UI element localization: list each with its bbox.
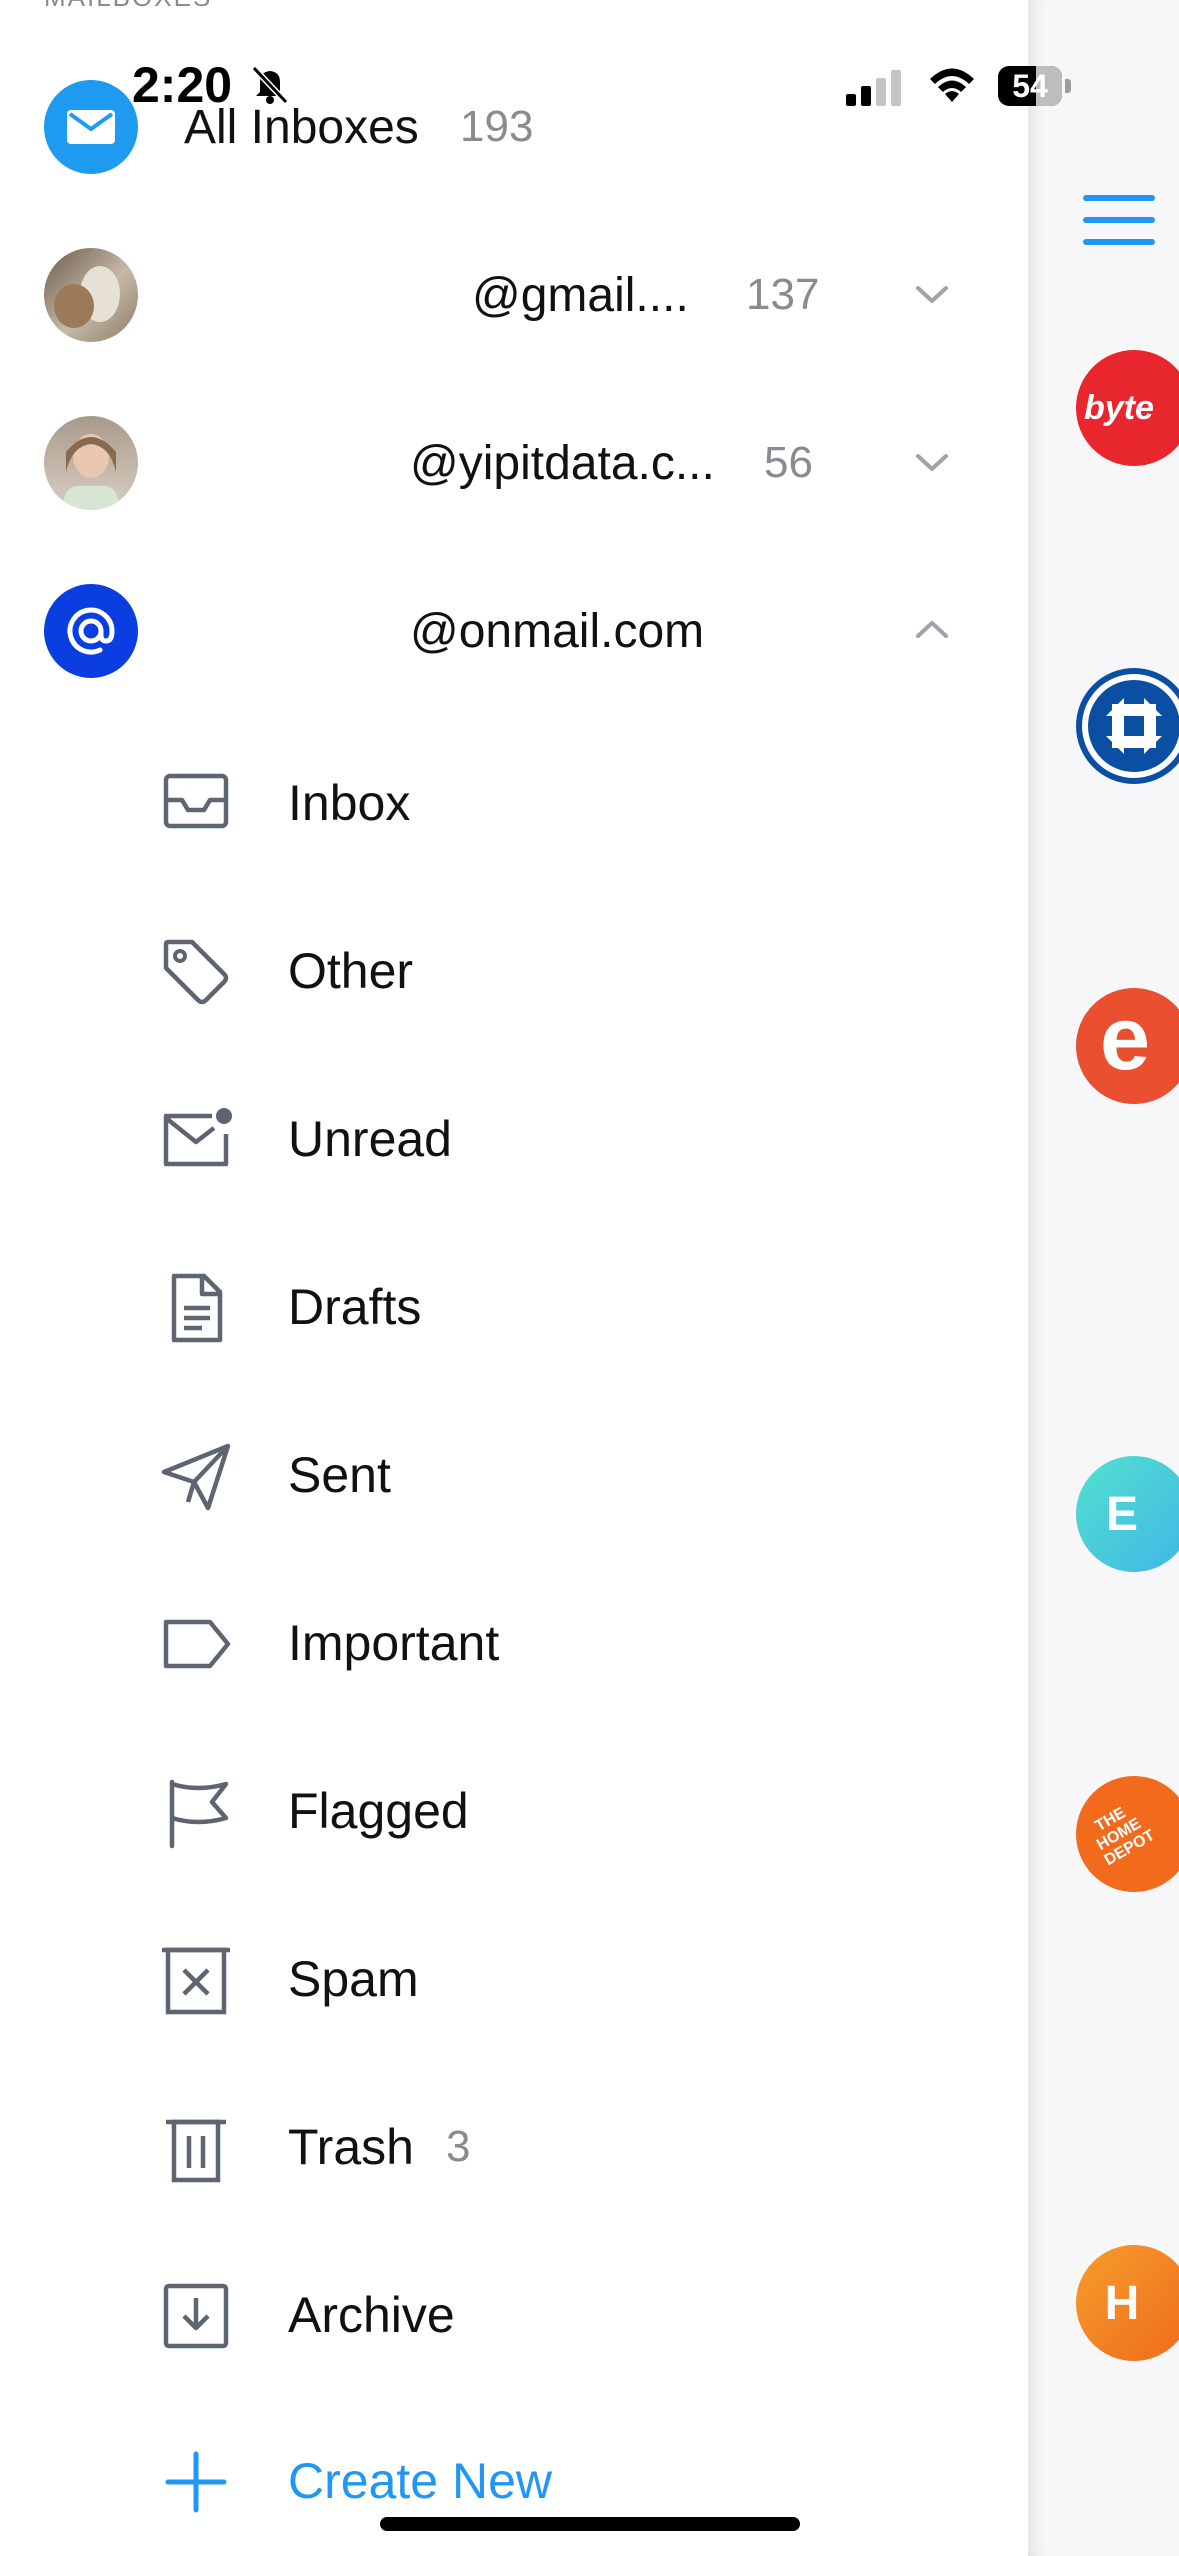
account-count: 56 [764, 438, 813, 487]
status-bar: 2:20 54 [0, 0, 1179, 140]
folder-spam[interactable]: Spam [0, 1912, 1028, 2042]
account-row-onmail[interactable]: @onmail.com [0, 564, 1028, 694]
battery-icon: 54 [998, 66, 1072, 106]
sender-avatar-e-teal: E [1076, 1456, 1179, 1572]
avatar [44, 416, 138, 510]
home-indicator[interactable] [380, 2517, 800, 2531]
archive-icon [163, 2283, 229, 2349]
message-list-peek[interactable]: byte e E THE HOME DEPOT H [1028, 0, 1179, 2556]
folder-label: Unread [288, 1111, 452, 1167]
account-label: @yipitdata.c... [410, 437, 715, 490]
folder-inbox[interactable]: Inbox [0, 736, 1028, 866]
folder-label: Trash [288, 2119, 414, 2175]
document-icon [171, 1273, 223, 1343]
flag-icon [169, 1779, 229, 1849]
chevron-down-icon[interactable] [908, 270, 956, 318]
folder-label: Sent [288, 1447, 391, 1503]
wifi-icon [930, 68, 974, 102]
spam-box-icon [162, 1947, 230, 2015]
plus-icon [165, 2451, 227, 2513]
tag-icon [163, 939, 229, 1005]
sender-avatar-h: H [1076, 2245, 1179, 2361]
folder-unread[interactable]: Unread [0, 1072, 1028, 1202]
account-label: @onmail.com [410, 605, 705, 658]
sender-avatar-chase [1076, 668, 1179, 784]
folder-label: Spam [288, 1951, 419, 2007]
onmail-logo-icon [44, 584, 138, 678]
folder-label: Archive [288, 2287, 455, 2343]
account-row-yipitdata[interactable]: @yipitdata.c... 56 [0, 396, 1028, 526]
folder-count: 3 [446, 2122, 471, 2171]
folder-label: Drafts [288, 1279, 422, 1335]
sender-avatar-e-orange: e [1076, 988, 1179, 1104]
folder-label: Other [288, 943, 414, 999]
menu-icon[interactable] [1083, 195, 1155, 261]
folder-drafts[interactable]: Drafts [0, 1240, 1028, 1370]
bell-muted-icon [251, 65, 289, 105]
chevron-down-icon[interactable] [908, 438, 956, 486]
label-icon [163, 1619, 231, 1669]
paper-plane-icon [161, 1443, 231, 1511]
folder-label: Flagged [288, 1783, 469, 1839]
folder-important[interactable]: Important [0, 1576, 1028, 1706]
folder-archive[interactable]: Archive [0, 2248, 1028, 2378]
sender-avatar-byte: byte [1076, 350, 1179, 466]
account-label: @gmail.... [472, 269, 689, 322]
inbox-icon [163, 773, 229, 829]
trash-icon [166, 2119, 226, 2183]
account-row-gmail[interactable]: @gmail.... 137 [0, 228, 1028, 358]
folder-flagged[interactable]: Flagged [0, 1744, 1028, 1874]
folder-label: Inbox [288, 775, 411, 831]
mailbox-drawer: MAILBOXES All Inboxes 193 @gmail.... 137 [0, 0, 1028, 2556]
chevron-up-icon[interactable] [908, 606, 956, 654]
unread-mail-icon [163, 1108, 232, 1167]
cellular-signal-icon [846, 70, 901, 106]
sender-avatar-home-depot: THE HOME DEPOT [1076, 1776, 1179, 1892]
battery-level: 54 [1012, 68, 1048, 104]
folder-sent[interactable]: Sent [0, 1408, 1028, 1538]
folder-other[interactable]: Other [0, 904, 1028, 1034]
status-time: 2:20 [132, 57, 233, 113]
avatar [44, 248, 138, 342]
account-count: 137 [746, 270, 820, 319]
folder-trash[interactable]: Trash 3 [0, 2080, 1028, 2210]
create-new-label: Create New [288, 2453, 552, 2509]
folder-label: Important [288, 1615, 500, 1671]
